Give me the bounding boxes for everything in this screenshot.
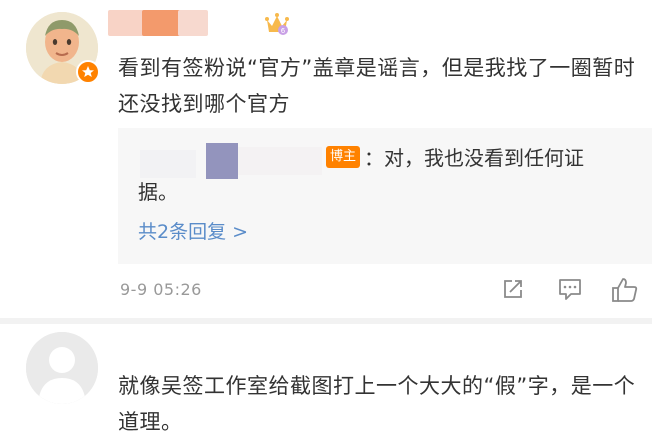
comment-timestamp: 9-9 05:26 (120, 280, 202, 299)
comment-divider (0, 318, 652, 324)
reply-text-continued: 据。 (138, 180, 178, 204)
default-avatar-icon (26, 332, 98, 404)
username-blurred[interactable] (142, 10, 182, 36)
reply-username-blurred (140, 150, 196, 178)
share-icon[interactable] (500, 276, 526, 306)
comment-text: 就像吴签工作室给截图打上一个大大的“假”字，是一个道理。 (118, 374, 636, 434)
username-blurred[interactable] (108, 10, 146, 36)
comment-text: 看到有签粉说“官方”盖章是谣言，但是我找了一圈暂时还没找到哪个官方 (118, 56, 636, 116)
svg-text:6: 6 (281, 27, 286, 35)
view-replies-link[interactable]: 共2条回复 > (138, 218, 248, 246)
reply-username-blurred (206, 143, 238, 179)
author-tag-badge: 博主 (326, 146, 361, 168)
username-blurred[interactable] (178, 10, 208, 36)
like-icon[interactable] (610, 276, 640, 308)
vip-badge-icon (76, 60, 100, 84)
reply-username-blurred (238, 147, 322, 175)
crown-icon: 6 (264, 12, 290, 40)
avatar[interactable] (26, 332, 98, 404)
comment-icon[interactable] (556, 276, 584, 306)
reply-text: ：对，我也没看到任何证 (364, 146, 584, 170)
